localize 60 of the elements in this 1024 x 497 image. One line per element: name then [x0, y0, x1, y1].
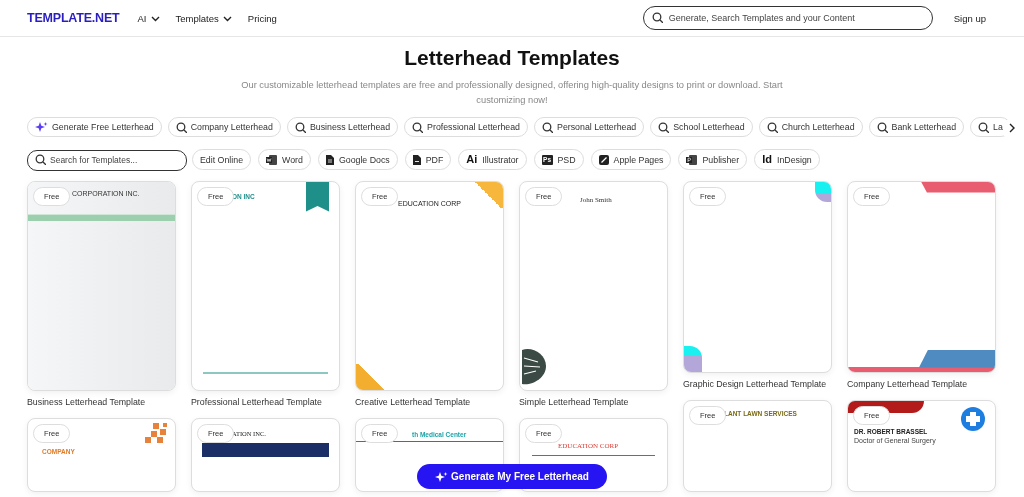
sparkle-icon: [35, 122, 48, 132]
category-chip[interactable]: Personal Letterhead: [534, 117, 645, 137]
category-chip[interactable]: School Letterhead: [650, 117, 753, 137]
category-chip[interactable]: Company Letterhead: [167, 117, 281, 137]
search-icon: [876, 121, 888, 133]
pen-icon: [598, 154, 609, 165]
category-chip[interactable]: Business Letterhead: [286, 117, 399, 137]
format-filter[interactable]: Id InDesign: [754, 149, 820, 171]
category-chip[interactable]: Bank Letterhead: [868, 117, 965, 137]
template-search-field[interactable]: Search for Templates...: [27, 149, 187, 171]
search-icon: [175, 121, 187, 133]
word-icon: [266, 154, 278, 165]
chevron-down-icon: [150, 14, 160, 22]
search-icon: [651, 12, 663, 23]
format-filter[interactable]: Edit Online: [192, 149, 252, 171]
nav-link[interactable]: Pricing: [247, 12, 277, 24]
sign-up-link[interactable]: Sign up: [953, 12, 986, 24]
template-title[interactable]: Company Letterhead Template: [847, 378, 996, 390]
template-title[interactable]: Simple Letterhead Template: [519, 396, 668, 408]
format-filter[interactable]: PDF: [404, 149, 452, 171]
generate-button[interactable]: Generate My Free Letterhead: [417, 464, 607, 489]
app-icon: Ai: [466, 154, 478, 166]
leaf-icon: [520, 347, 548, 386]
file-icon: [412, 154, 421, 165]
nav-link[interactable]: AI: [137, 12, 160, 24]
logo[interactable]: TEMPLATE.NET: [27, 11, 120, 25]
search-icon: [35, 154, 46, 165]
search-icon: [542, 121, 553, 133]
template-title[interactable]: Graphic Design Letterhead Template: [683, 378, 832, 390]
search-icon: [658, 121, 670, 133]
format-filter[interactable]: Google Docs: [317, 149, 398, 171]
sparkle-icon: [435, 471, 449, 482]
document-icon: [325, 154, 334, 165]
squares-icon: [145, 422, 167, 443]
template-title[interactable]: Professional Letterhead Template: [191, 396, 340, 408]
corner-shape: [815, 181, 831, 202]
chevron-down-icon: [222, 14, 232, 22]
corner-shape: [684, 345, 702, 372]
page-description: Our customizable letterhead templates are free and professionally designed, offering high-quality designs to print or download. Start customizing now!: [240, 79, 784, 107]
category-chip[interactable]: Generate Free Letterhead: [27, 117, 162, 137]
medical-cross-icon: [961, 406, 985, 431]
ribbon-icon: [306, 181, 329, 212]
format-filter[interactable]: Word: [258, 149, 311, 171]
template-title[interactable]: Business Letterhead Template: [27, 396, 176, 408]
category-chip[interactable]: Professional Letterhead: [404, 117, 528, 137]
format-filter[interactable]: Ai Illustrator: [458, 149, 527, 171]
search-field[interactable]: Generate, Search Templates and your Content: [642, 6, 933, 30]
search-icon: [412, 121, 424, 133]
publisher-icon: [686, 154, 698, 165]
template-title[interactable]: Creative Letterhead Template: [355, 396, 504, 408]
format-filter[interactable]: Publisher: [678, 149, 748, 171]
page-title: Letterhead Templates: [404, 46, 620, 70]
category-chip[interactable]: Church Letterhead: [758, 117, 863, 137]
format-filter[interactable]: Apple Pages: [590, 149, 672, 171]
nav-link[interactable]: Templates: [175, 12, 232, 24]
search-icon: [294, 121, 306, 133]
chevron-right-icon: [1008, 123, 1016, 133]
search-icon: [766, 121, 778, 133]
app-icon: Id: [762, 154, 772, 166]
search-icon: [978, 121, 990, 133]
